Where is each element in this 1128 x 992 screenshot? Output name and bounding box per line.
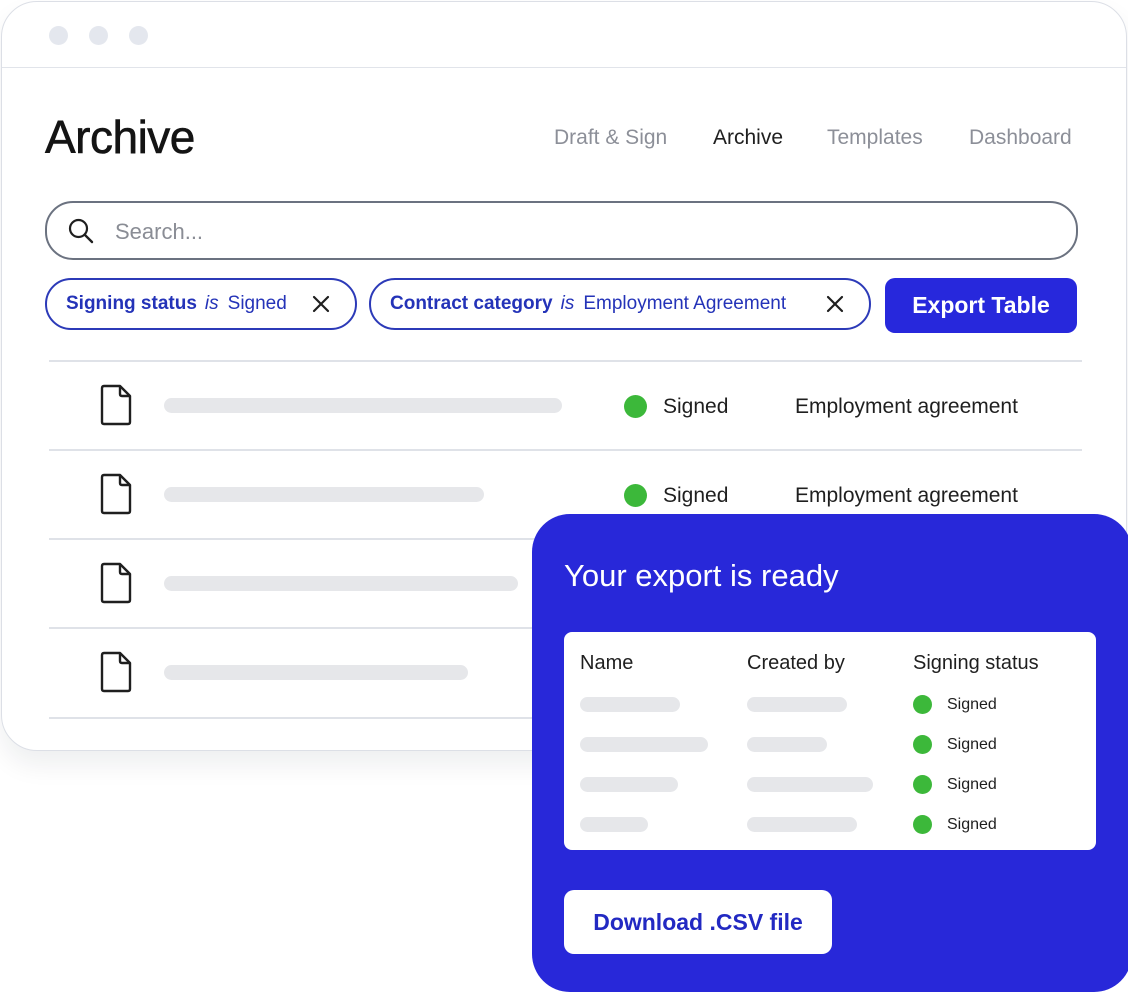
nav-archive[interactable]: Archive	[713, 126, 783, 150]
status-dot-signed	[913, 775, 932, 794]
column-header-signing-status: Signing status	[913, 652, 1039, 674]
status-dot-signed	[913, 815, 932, 834]
placeholder-bar	[164, 398, 562, 413]
status-dot-signed	[913, 695, 932, 714]
filter-key: Signing status	[66, 293, 197, 314]
window-titlebar	[2, 2, 1126, 68]
filter-operator: is	[560, 293, 575, 314]
placeholder-bar	[747, 737, 827, 752]
nav-draft-sign[interactable]: Draft & Sign	[554, 126, 667, 150]
document-icon	[100, 473, 132, 515]
filter-chip-contract-category[interactable]: Contract category is Employment Agreemen…	[369, 278, 871, 330]
document-icon	[100, 651, 132, 693]
placeholder-bar	[580, 697, 680, 712]
status-dot-signed	[624, 395, 647, 418]
placeholder-bar	[580, 737, 708, 752]
window-control-dot[interactable]	[49, 26, 68, 45]
nav-templates[interactable]: Templates	[827, 126, 923, 150]
window-control-dot[interactable]	[129, 26, 148, 45]
placeholder-bar	[164, 665, 468, 680]
status-dot-signed	[624, 484, 647, 507]
close-icon[interactable]	[825, 294, 845, 314]
export-preview-table: Name Created by Signing status Signed Si…	[564, 632, 1096, 850]
placeholder-bar	[164, 487, 484, 502]
document-icon	[100, 562, 132, 604]
document-icon	[100, 384, 132, 426]
column-header-name: Name	[580, 652, 634, 674]
status-text: Signed	[663, 484, 729, 507]
search-bar[interactable]	[45, 201, 1078, 260]
search-icon	[68, 218, 94, 244]
category-text: Employment agreement	[795, 484, 1018, 507]
page-title: Archive	[45, 111, 196, 164]
table-row[interactable]: Signed Employment agreement	[49, 360, 1082, 450]
export-table-button[interactable]: Export Table	[885, 278, 1077, 333]
window-control-dot[interactable]	[89, 26, 108, 45]
status-text: Signed	[947, 696, 997, 713]
download-csv-button[interactable]: Download .CSV file	[564, 890, 832, 954]
placeholder-bar	[580, 777, 678, 792]
status-text: Signed	[663, 395, 729, 418]
export-panel-title: Your export is ready	[564, 558, 839, 593]
filter-operator: is	[204, 293, 219, 314]
status-text: Signed	[947, 816, 997, 833]
placeholder-bar	[747, 817, 857, 832]
placeholder-bar	[164, 576, 518, 591]
category-text: Employment agreement	[795, 395, 1018, 418]
filter-key: Contract category	[390, 293, 553, 314]
placeholder-bar	[747, 777, 873, 792]
close-icon[interactable]	[311, 294, 331, 314]
filter-chip-signing-status[interactable]: Signing status is Signed	[45, 278, 357, 330]
nav-dashboard[interactable]: Dashboard	[969, 126, 1072, 150]
search-input[interactable]	[113, 203, 1057, 260]
placeholder-bar	[580, 817, 648, 832]
status-text: Signed	[947, 736, 997, 753]
filter-value: Employment Agreement	[583, 293, 787, 314]
status-dot-signed	[913, 735, 932, 754]
export-ready-panel: Your export is ready Name Created by Sig…	[532, 514, 1128, 992]
status-text: Signed	[947, 776, 997, 793]
column-header-created-by: Created by	[747, 652, 845, 674]
placeholder-bar	[747, 697, 847, 712]
filter-value: Signed	[227, 293, 287, 314]
